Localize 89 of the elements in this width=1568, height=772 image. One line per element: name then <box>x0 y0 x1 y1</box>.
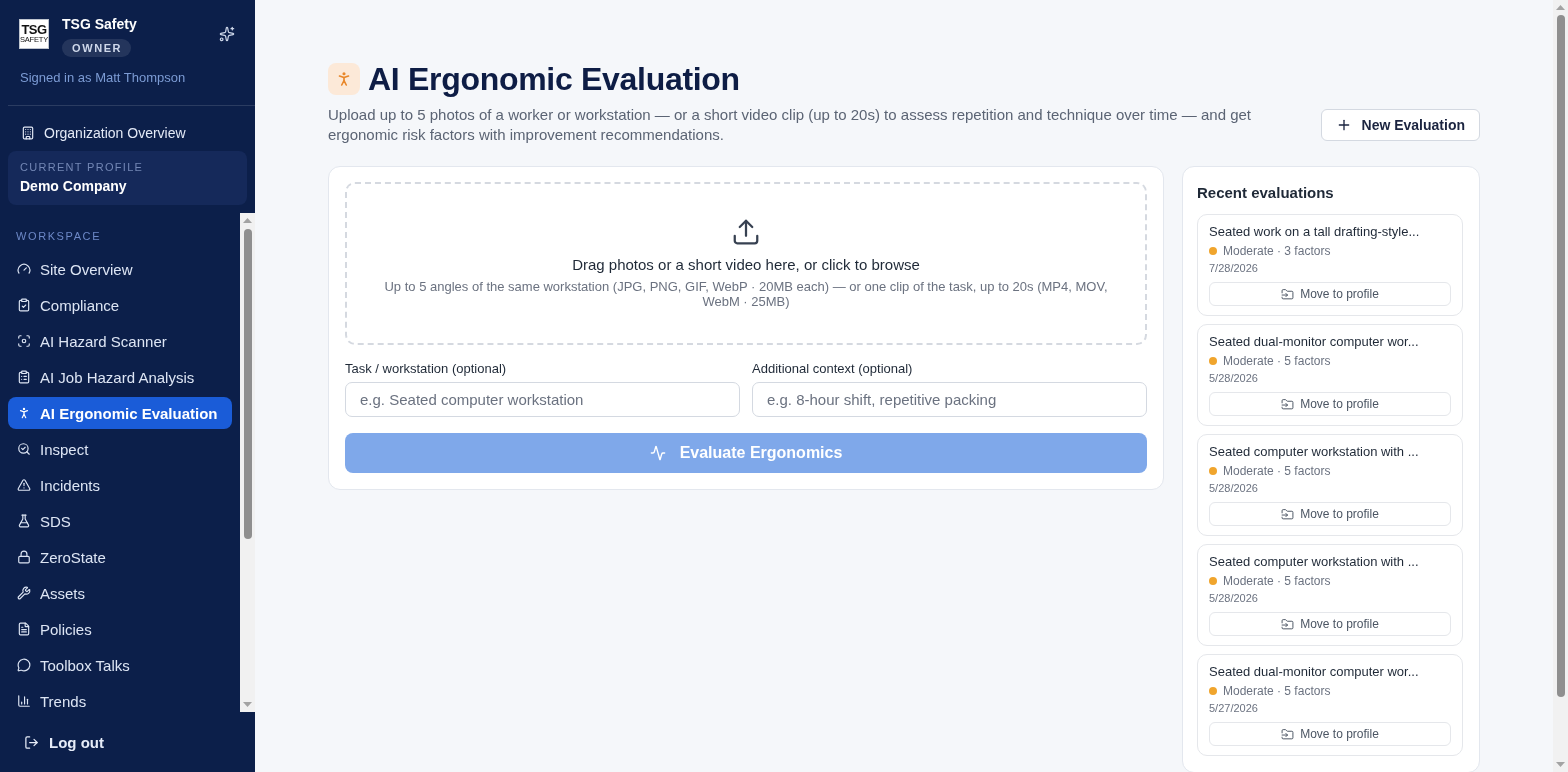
clipboard-check-icon <box>17 298 31 312</box>
evaluation-card[interactable]: Seated dual-monitor computer wor... Moderate · 5 factors 5/28/2026 Move to profile <box>1197 324 1463 426</box>
dropzone-title: Drag photos or a short video here, or click to browse <box>572 255 920 275</box>
evaluation-date: 5/28/2026 <box>1209 481 1259 495</box>
field-label: Task / workstation (optional) <box>345 361 508 377</box>
sparkle-icon[interactable] <box>219 26 235 42</box>
section-label: WORKSPACE <box>15 230 103 243</box>
move-to-profile-button[interactable]: Move to profile <box>1209 612 1451 636</box>
nav-item[interactable]: Compliance <box>8 289 232 321</box>
evaluation-title: Seated computer workstation with ... <box>1209 444 1420 460</box>
evaluation-date: 7/28/2026 <box>1209 261 1259 275</box>
person-icon <box>17 406 31 420</box>
evaluation-summary: Moderate · 5 factors <box>1223 464 1331 478</box>
folder-icon <box>1281 617 1295 631</box>
role-badge: OWNER <box>62 39 132 57</box>
profile-card[interactable]: CURRENT PROFILE Demo Company <box>8 151 247 205</box>
evaluation-summary: Moderate · 3 factors <box>1223 244 1331 258</box>
nav-item[interactable]: AI Job Hazard Analysis <box>8 361 232 393</box>
scrollbar-thumb[interactable] <box>243 229 252 539</box>
folder-icon <box>1281 727 1295 741</box>
scroll-up-icon[interactable] <box>1556 5 1565 10</box>
evaluation-date: 5/28/2026 <box>1209 591 1259 605</box>
panel-title: Recent evaluations <box>1197 183 1335 203</box>
nav-item[interactable]: SDS <box>8 505 232 537</box>
logout-icon <box>24 734 39 750</box>
evaluation-card[interactable]: Seated computer workstation with ... Moderate · 5 factors 5/28/2026 Move to profile <box>1197 434 1463 536</box>
profile-label: CURRENT PROFILE <box>20 161 145 174</box>
move-to-profile-button[interactable]: Move to profile <box>1209 392 1451 416</box>
warning-icon <box>17 478 31 492</box>
dropzone[interactable]: Drag photos or a short video here, or click to browse Up to 5 angles of the same workstation (JPG, PNG, GIF, WebP · 20MB each) — or one clip of the task, up to 20s (MP4, MOV, WebM · 25MB) <box>345 182 1147 345</box>
field-label: Additional context (optional) <box>752 361 914 377</box>
nav-item[interactable]: AI Hazard Scanner <box>8 325 232 357</box>
text-input[interactable]: e.g. Seated computer workstation <box>345 382 740 417</box>
move-to-profile-button[interactable]: Move to profile <box>1209 282 1451 306</box>
evaluation-title: Seated dual-monitor computer wor... <box>1209 664 1420 680</box>
lock-icon <box>17 550 31 564</box>
building-icon <box>21 126 35 140</box>
flask-icon <box>17 514 31 528</box>
signed-in-text: Signed in as Matt Thompson <box>19 71 187 85</box>
move-to-profile-button[interactable]: Move to profile <box>1209 722 1451 746</box>
evaluation-date: 5/27/2026 <box>1209 701 1259 715</box>
logo-text: TSG <box>21 24 47 36</box>
gauge-icon <box>17 262 31 276</box>
evaluation-date: 5/28/2026 <box>1209 371 1259 385</box>
nav-item[interactable]: Incidents <box>8 469 232 501</box>
scan-frame-icon <box>17 334 31 348</box>
evaluation-title: Seated work on a tall drafting-style... <box>1209 224 1421 240</box>
scroll-down-icon[interactable] <box>1556 762 1565 767</box>
scroll-down-icon[interactable] <box>243 702 252 707</box>
wrench-icon <box>17 586 31 600</box>
evaluation-summary: Moderate · 5 factors <box>1223 574 1331 588</box>
nav-item[interactable]: ZeroState <box>8 541 232 573</box>
evaluation-title: Seated computer workstation with ... <box>1209 554 1420 570</box>
evaluation-title: Seated dual-monitor computer wor... <box>1209 334 1420 350</box>
pulse-icon <box>649 445 666 461</box>
evaluation-card[interactable]: Seated work on a tall drafting-style... Moderate · 3 factors 7/28/2026 Move to profile <box>1197 214 1463 316</box>
nav-item[interactable]: Assets <box>8 577 232 609</box>
bar-chart-icon <box>17 694 31 708</box>
person-icon <box>328 63 360 95</box>
log-out-button[interactable]: Log out <box>0 724 118 760</box>
scroll-up-icon[interactable] <box>243 218 252 223</box>
upload-icon <box>731 217 761 247</box>
nav-item[interactable]: Policies <box>8 613 232 645</box>
evaluation-card[interactable]: Seated computer workstation with ... Moderate · 5 factors 5/28/2026 Move to profile <box>1197 544 1463 646</box>
nav-item[interactable]: Inspect <box>8 433 232 465</box>
move-to-profile-button[interactable]: Move to profile <box>1209 502 1451 526</box>
page-title: AI Ergonomic Evaluation <box>368 61 740 97</box>
nav-item[interactable]: Trends <box>8 685 232 712</box>
evaluation-summary: Moderate · 5 factors <box>1223 354 1331 368</box>
evaluation-summary: Moderate · 5 factors <box>1223 684 1331 698</box>
document-icon <box>17 622 31 636</box>
profile-name: Demo Company <box>20 177 128 195</box>
org-overview-link[interactable]: Organization Overview <box>8 116 247 150</box>
nav-item[interactable]: Toolbox Talks <box>8 649 232 681</box>
org-name: TSG Safety <box>62 16 137 33</box>
evaluation-card[interactable]: Seated dual-monitor computer wor... Moderate · 5 factors 5/27/2026 Move to profile <box>1197 654 1463 756</box>
scrollbar-thumb[interactable] <box>1556 15 1565 697</box>
folder-icon <box>1281 287 1295 301</box>
search-check-icon <box>17 442 31 456</box>
nav-item[interactable]: Site Overview <box>8 253 232 285</box>
clipboard-list-icon <box>17 370 31 384</box>
folder-icon <box>1281 397 1295 411</box>
text-input[interactable]: e.g. 8-hour shift, repetitive packing <box>752 382 1147 417</box>
nav-item[interactable]: AI Ergonomic Evaluation <box>8 397 232 429</box>
new-evaluation-button[interactable]: New Evaluation <box>1320 109 1480 141</box>
dropzone-hint: Up to 5 angles of the same workstation (JPG, PNG, GIF, WebP · 20MB each) — or one clip of the task, up to 20s (MP4, MOV, WebM · 25MB) <box>383 279 1109 309</box>
chat-bubble-icon <box>17 658 31 672</box>
page-description: Upload up to 5 photos of a worker or workstation — or a short video clip (up to 20s) to assess repetition and technique over time — and get ergonomic risk factors with improvement recommendations. <box>328 105 1252 145</box>
folder-icon <box>1281 507 1295 521</box>
